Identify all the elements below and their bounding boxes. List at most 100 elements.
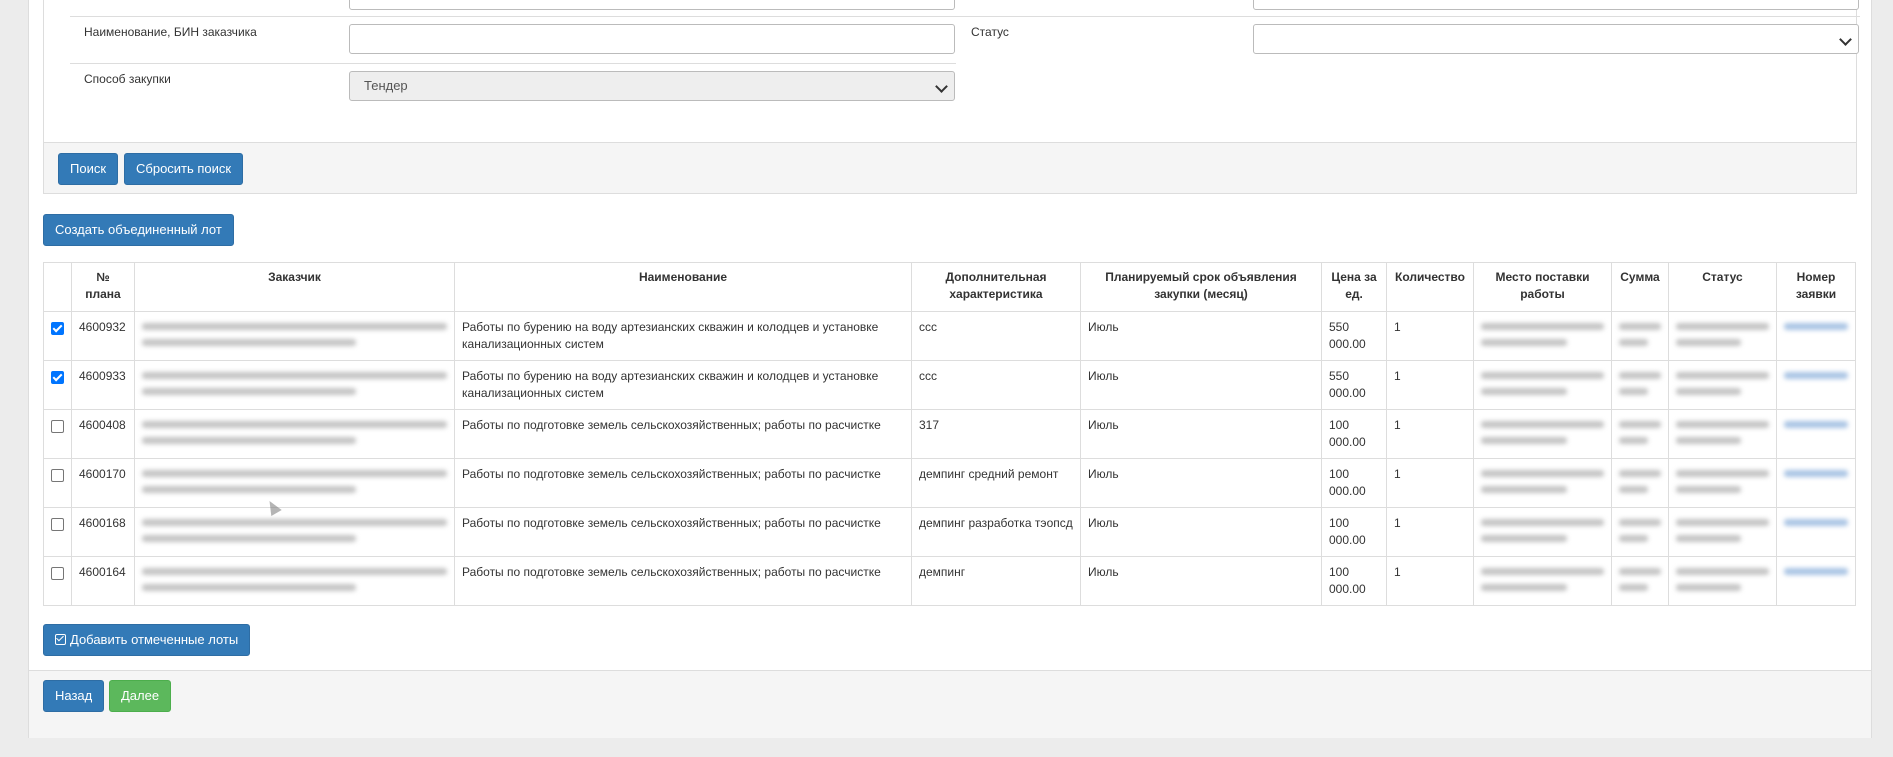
top-left-input[interactable]	[349, 0, 955, 10]
chevron-down-icon	[935, 80, 948, 93]
extra-characteristic-cell: ссс	[911, 311, 1081, 361]
quantity-cell: 1	[1386, 458, 1474, 508]
redacted-status	[1676, 437, 1742, 444]
redacted-status	[1676, 535, 1742, 542]
create-combined-lot-button[interactable]: Создать объединенный лот	[43, 214, 234, 246]
delivery-place-cell	[1473, 556, 1612, 606]
application-number-link[interactable]	[1784, 421, 1848, 428]
redacted-customer	[142, 519, 447, 526]
status-select[interactable]	[1253, 24, 1859, 54]
application-number-cell	[1776, 311, 1856, 361]
row-checkbox[interactable]	[51, 567, 64, 580]
lots-table: № плана Заказчик Наименование Дополнител…	[43, 262, 1856, 606]
column-header: Количество	[1386, 262, 1474, 312]
search-button[interactable]: Поиск	[58, 153, 119, 185]
redacted-delivery-place	[1481, 486, 1568, 493]
extra-characteristic-cell: демпинг	[911, 556, 1081, 606]
application-number-link[interactable]	[1784, 470, 1848, 477]
add-checked-lots-button[interactable]: Добавить отмеченные лоты	[43, 624, 251, 656]
quantity-cell: 1	[1386, 360, 1474, 410]
name-cell: Работы по подготовке земель сельскохозяй…	[454, 507, 912, 557]
name-cell: Работы по подготовке земель сельскохозяй…	[454, 556, 912, 606]
column-header: Номер заявки	[1776, 262, 1856, 312]
redacted-status	[1676, 388, 1742, 395]
column-header: Статус	[1668, 262, 1777, 312]
quantity-cell: 1	[1386, 409, 1474, 459]
planned-month-cell: Июль	[1080, 311, 1322, 361]
redacted-status	[1676, 519, 1769, 526]
row-checkbox[interactable]	[51, 469, 64, 482]
row-select-cell	[43, 556, 72, 606]
row-checkbox[interactable]	[51, 420, 64, 433]
check-square-icon	[55, 634, 66, 645]
procurement-method-value: Тендер	[364, 78, 408, 93]
customer-label: Наименование, БИН заказчика	[84, 25, 257, 39]
customer-cell	[134, 311, 455, 361]
redacted-status	[1676, 421, 1769, 428]
plan-number-cell: 4600408	[71, 409, 135, 459]
customer-cell	[134, 360, 455, 410]
sum-cell	[1611, 311, 1669, 361]
application-number-cell	[1776, 409, 1856, 459]
row-divider	[70, 16, 1860, 17]
application-number-link[interactable]	[1784, 568, 1848, 575]
sum-cell	[1611, 507, 1669, 557]
procurement-method-label: Способ закупки	[84, 72, 171, 86]
row-checkbox[interactable]	[51, 518, 64, 531]
redacted-customer	[142, 421, 447, 428]
delivery-place-cell	[1473, 458, 1612, 508]
redacted-customer	[142, 470, 447, 477]
column-header: Наименование	[454, 262, 912, 312]
customer-cell	[134, 458, 455, 508]
application-number-cell	[1776, 458, 1856, 508]
customer-input[interactable]	[349, 24, 955, 54]
redacted-sum	[1619, 584, 1649, 591]
status-cell	[1668, 556, 1777, 606]
sum-cell	[1611, 360, 1669, 410]
redacted-sum	[1619, 535, 1649, 542]
row-checkbox[interactable]	[51, 322, 64, 335]
procurement-method-select[interactable]: Тендер	[349, 71, 955, 101]
page-panel: Наименование, БИН заказчика Статус Спосо…	[28, 0, 1872, 738]
footer-bar: Назад Далее	[29, 670, 1871, 738]
column-header: Дополнительная характеристика	[911, 262, 1081, 312]
reset-search-button[interactable]: Сбросить поиск	[124, 153, 244, 185]
application-number-link[interactable]	[1784, 519, 1848, 526]
table-row: 4600168 Работы по подготовке земель сельс…	[43, 507, 1856, 557]
redacted-customer	[142, 372, 447, 379]
back-button[interactable]: Назад	[43, 680, 105, 712]
extra-characteristic-cell: 317	[911, 409, 1081, 459]
redacted-customer	[142, 486, 356, 493]
delivery-place-cell	[1473, 409, 1612, 459]
name-cell: Работы по подготовке земель сельскохозяй…	[454, 458, 912, 508]
planned-month-cell: Июль	[1080, 360, 1322, 410]
search-footer: Поиск Сбросить поиск	[44, 142, 1856, 193]
status-cell	[1668, 409, 1777, 459]
redacted-delivery-place	[1481, 323, 1604, 330]
redacted-customer	[142, 339, 356, 346]
application-number-cell	[1776, 360, 1856, 410]
name-cell: Работы по бурению на воду артезианских с…	[454, 311, 912, 361]
unit-price-cell: 100 000.00	[1321, 458, 1387, 508]
next-button[interactable]: Далее	[109, 680, 172, 712]
redacted-status	[1676, 372, 1769, 379]
column-header: Планируемый срок объявления закупки (мес…	[1080, 262, 1322, 312]
lots-table-body: 4600932 Работы по бурению на воду артезиа…	[43, 311, 1856, 606]
search-form: Наименование, БИН заказчика Статус Спосо…	[44, 0, 1860, 142]
application-number-link[interactable]	[1784, 323, 1848, 330]
planned-month-cell: Июль	[1080, 556, 1322, 606]
delivery-place-cell	[1473, 360, 1612, 410]
redacted-customer	[142, 535, 356, 542]
quantity-cell: 1	[1386, 311, 1474, 361]
row-checkbox[interactable]	[51, 371, 64, 384]
quantity-cell: 1	[1386, 556, 1474, 606]
application-number-link[interactable]	[1784, 372, 1848, 379]
redacted-delivery-place	[1481, 421, 1604, 428]
redacted-status	[1676, 323, 1769, 330]
redacted-sum	[1619, 339, 1649, 346]
top-right-input[interactable]	[1253, 0, 1859, 10]
row-select-cell	[43, 507, 72, 557]
row-select-cell	[43, 458, 72, 508]
redacted-sum	[1619, 486, 1649, 493]
table-row: 4600932 Работы по бурению на воду артезиа…	[43, 311, 1856, 361]
